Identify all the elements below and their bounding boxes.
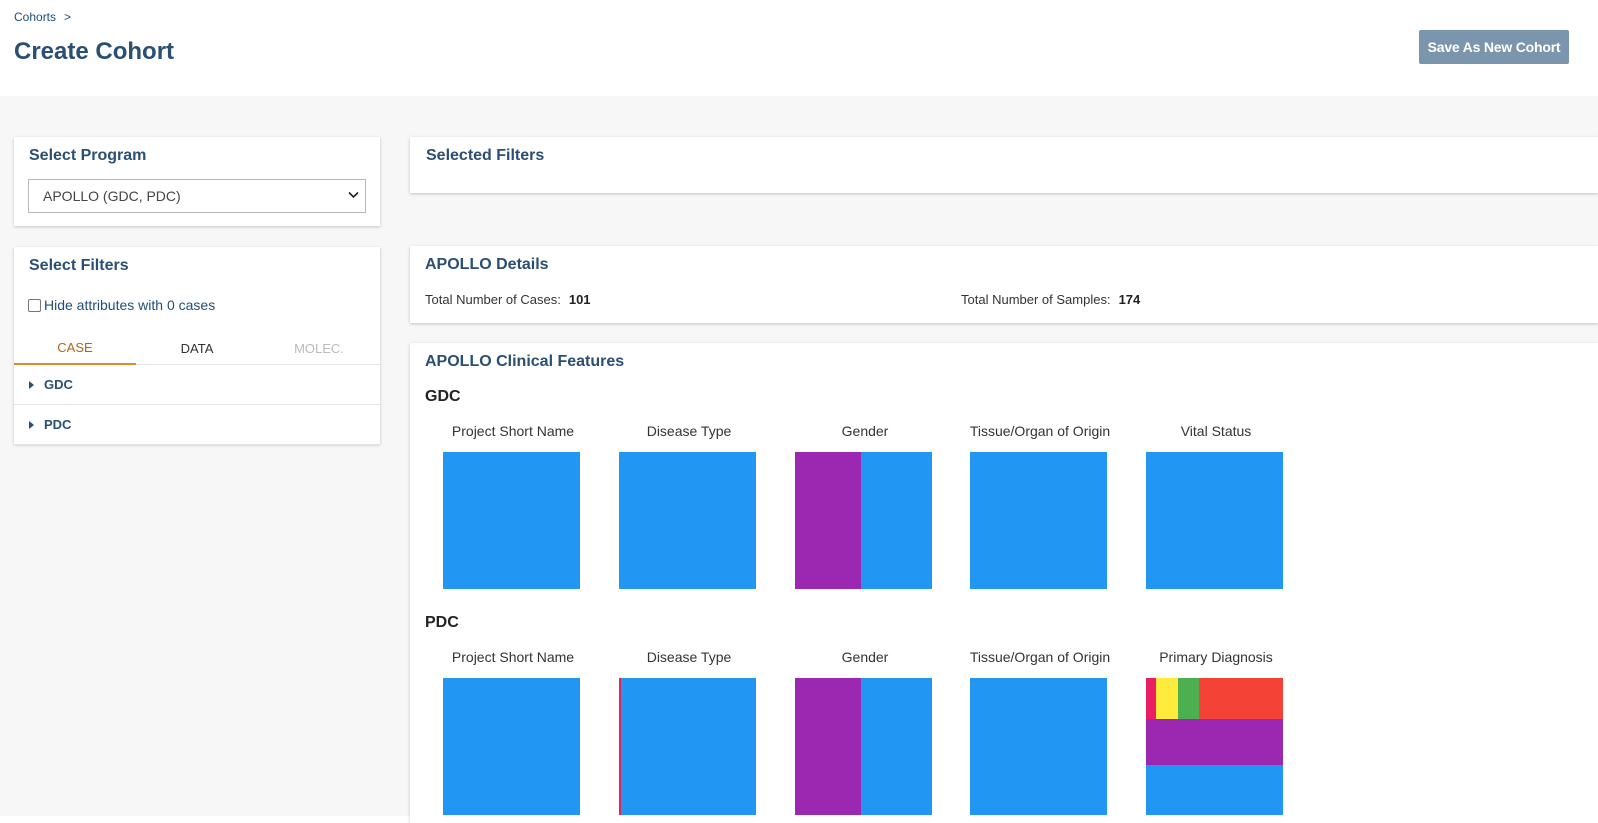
chart-title: Tissue/Organ of Origin xyxy=(969,649,1111,665)
select-filters-card: Select Filters Hide attributes with 0 ca… xyxy=(14,247,380,445)
filter-group-gdc[interactable]: GDC xyxy=(14,365,380,405)
filter-group-label: GDC xyxy=(44,377,73,392)
total-samples-label: Total Number of Samples: xyxy=(961,292,1111,307)
chevron-down-icon xyxy=(348,190,359,202)
chart-title: Disease Type xyxy=(646,649,732,665)
treemap[interactable] xyxy=(619,678,756,815)
filter-group-pdc[interactable]: PDC xyxy=(14,405,380,445)
treemap-segment[interactable] xyxy=(1199,678,1283,719)
treemap-segment[interactable] xyxy=(795,452,861,589)
treemap-segment[interactable] xyxy=(1146,719,1283,765)
chart-title: Vital Status xyxy=(1180,423,1252,439)
filter-tabs: CASE DATA MOLEC. xyxy=(14,331,380,365)
chart-title: Project Short Name xyxy=(451,423,575,439)
save-as-new-cohort-button[interactable]: Save As New Cohort xyxy=(1419,30,1569,64)
selected-filters-title: Selected Filters xyxy=(426,147,545,164)
chart-title: Primary Diagnosis xyxy=(1159,649,1273,665)
chart-title: Tissue/Organ of Origin xyxy=(969,423,1111,439)
treemap-segment[interactable] xyxy=(795,678,861,815)
total-cases-label: Total Number of Cases: xyxy=(425,292,561,307)
chart-title: Gender xyxy=(841,649,889,665)
program-select-value: APOLLO (GDC, PDC) xyxy=(43,188,181,204)
tab-molec: MOLEC. xyxy=(294,340,344,356)
total-samples-stat: Total Number of Samples: 174 xyxy=(961,292,1140,307)
select-program-title: Select Program xyxy=(29,147,147,164)
breadcrumb-cohorts-link[interactable]: Cohorts xyxy=(14,10,56,24)
treemap[interactable] xyxy=(970,678,1107,815)
selected-filters-card: Selected Filters xyxy=(410,137,1598,193)
treemap-segment[interactable] xyxy=(619,678,621,815)
treemap[interactable] xyxy=(1146,678,1283,815)
treemap[interactable] xyxy=(443,452,580,589)
pdc-section-title: PDC xyxy=(425,614,459,631)
treemap-segment[interactable] xyxy=(1146,678,1156,719)
treemap[interactable] xyxy=(970,452,1107,589)
chart-title: Project Short Name xyxy=(451,649,575,665)
page-title: Create Cohort xyxy=(14,38,175,65)
program-details-title: APOLLO Details xyxy=(425,256,549,273)
caret-right-icon xyxy=(29,420,34,429)
treemap[interactable] xyxy=(795,678,932,815)
filter-group-label: PDC xyxy=(44,417,72,432)
caret-right-icon xyxy=(29,380,34,389)
gdc-section-title: GDC xyxy=(425,388,461,405)
treemap[interactable] xyxy=(619,452,756,589)
treemap[interactable] xyxy=(1146,452,1283,589)
treemap[interactable] xyxy=(795,452,932,589)
page-header: Cohorts > Create Cohort Save As New Cohor… xyxy=(0,0,1598,96)
breadcrumb: Cohorts > xyxy=(14,10,71,24)
clinical-features-card: APOLLO Clinical Features GDC Project Sho… xyxy=(410,343,1598,823)
tab-case[interactable]: CASE xyxy=(14,331,136,365)
breadcrumb-separator: > xyxy=(64,10,72,24)
total-cases-stat: Total Number of Cases: 101 xyxy=(425,292,591,307)
program-select[interactable]: APOLLO (GDC, PDC) xyxy=(28,179,366,213)
hide-zero-attributes-toggle[interactable]: Hide attributes with 0 cases xyxy=(28,297,215,313)
hide-zero-label: Hide attributes with 0 cases xyxy=(44,297,216,313)
main-area: Select Program APOLLO (GDC, PDC) Select … xyxy=(0,96,1598,823)
treemap-segment[interactable] xyxy=(1156,678,1178,719)
select-filters-title: Select Filters xyxy=(29,257,129,274)
program-details-card: APOLLO Details Total Number of Cases: 101… xyxy=(410,246,1598,323)
clinical-features-title: APOLLO Clinical Features xyxy=(425,353,625,370)
treemap-segment[interactable] xyxy=(1178,678,1199,719)
chart-title: Disease Type xyxy=(646,423,732,439)
chart-title: Gender xyxy=(841,423,889,439)
treemap[interactable] xyxy=(443,678,580,815)
total-samples-value: 174 xyxy=(1118,292,1141,307)
hide-zero-checkbox[interactable] xyxy=(28,298,41,312)
select-program-card: Select Program APOLLO (GDC, PDC) xyxy=(14,137,380,226)
total-cases-value: 101 xyxy=(568,292,591,307)
tab-data[interactable]: DATA xyxy=(136,331,258,365)
